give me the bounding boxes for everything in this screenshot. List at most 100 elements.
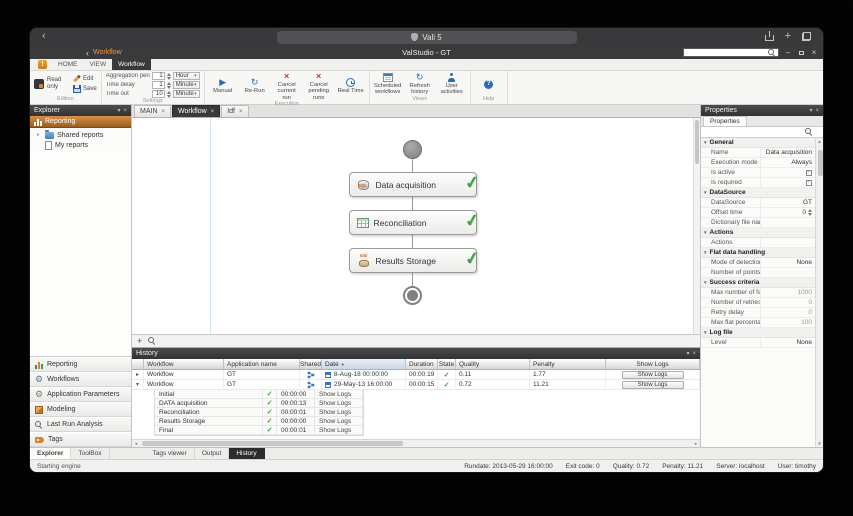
- module-application-parameters[interactable]: ⚙ Application Parameters: [30, 387, 131, 402]
- time-delay-input[interactable]: 1: [151, 81, 165, 89]
- properties-vertical-scrollbar[interactable]: ▲ ▼: [815, 138, 823, 447]
- history-row[interactable]: ▸ Workflow GT 8-Aug-18 00:00:00 00:00:19…: [132, 370, 700, 380]
- show-logs-link[interactable]: Show Logs: [315, 426, 363, 434]
- step-row[interactable]: Initial ✓ 00:00:00 Show Logs: [155, 390, 363, 399]
- close-tab-icon[interactable]: ×: [239, 109, 243, 115]
- property-value[interactable]: Data acquisition: [761, 148, 815, 157]
- checkbox[interactable]: ✓: [806, 179, 812, 186]
- spinner-icon[interactable]: [808, 209, 812, 216]
- history-horizontal-scrollbar[interactable]: ◂ ▸: [132, 439, 700, 447]
- module-modeling[interactable]: Modeling: [30, 402, 131, 417]
- show-logs-button[interactable]: Show Logs: [621, 370, 684, 379]
- scrollbar-thumb[interactable]: [142, 441, 404, 446]
- step-row[interactable]: Final ✓ 00:00:01 Show Logs: [155, 426, 363, 435]
- node-data-acquisition[interactable]: SQL Data acquisition ✓: [348, 172, 481, 197]
- step-row[interactable]: Reconciliation ✓ 00:00:01 Show Logs: [155, 408, 363, 417]
- property-row[interactable]: Max number of fails 1000: [701, 288, 815, 298]
- search-input[interactable]: [683, 48, 779, 57]
- minimize-button[interactable]: –: [784, 48, 792, 57]
- property-row[interactable]: Actions: [701, 238, 815, 248]
- add-node-button[interactable]: +: [137, 336, 142, 346]
- section-datasource[interactable]: ▾ DataSource: [701, 188, 815, 198]
- expand-icon[interactable]: ▸: [37, 132, 42, 138]
- scrollbar-thumb[interactable]: [817, 150, 823, 176]
- col-date[interactable]: Date ▼: [322, 359, 406, 369]
- canvas-vertical-scrollbar[interactable]: [693, 118, 700, 334]
- scroll-up-icon[interactable]: ▲: [817, 139, 821, 144]
- checkbox[interactable]: ✓: [806, 169, 812, 176]
- section-flat-data-handling[interactable]: ▾ Flat data handling: [701, 248, 815, 258]
- user-activities-button[interactable]: User activities: [438, 72, 466, 96]
- real-time-button[interactable]: Real Time: [337, 78, 365, 94]
- quick-access-workflow[interactable]: Workflow: [93, 49, 122, 56]
- bottom-tab-output[interactable]: Output: [195, 448, 230, 459]
- time-out-input[interactable]: 10: [151, 90, 165, 98]
- panel-close-icon[interactable]: ×: [815, 108, 819, 114]
- property-row[interactable]: Is required ✓: [701, 178, 815, 188]
- tree-item-my-reports[interactable]: My reports: [30, 140, 131, 150]
- show-logs-link[interactable]: Show Logs: [315, 408, 363, 416]
- col-shared[interactable]: Shared: [300, 359, 322, 369]
- address-bar[interactable]: Vali 5: [276, 30, 577, 44]
- back-icon[interactable]: ‹: [42, 30, 46, 43]
- panel-close-icon[interactable]: ×: [692, 351, 696, 357]
- close-tab-icon[interactable]: ×: [211, 109, 215, 115]
- start-node[interactable]: [403, 140, 422, 159]
- panel-menu-icon[interactable]: ▾: [809, 107, 812, 114]
- scroll-down-icon[interactable]: ▼: [817, 441, 821, 446]
- property-row[interactable]: DataSource GT: [701, 198, 815, 208]
- show-logs-button[interactable]: Show Logs: [621, 380, 684, 389]
- module-workflows[interactable]: ⚙ Workflows: [30, 372, 131, 387]
- scheduled-workflows-button[interactable]: Scheduled workflows: [374, 72, 402, 96]
- app-logo-icon[interactable]: !: [38, 60, 47, 69]
- bottom-tab-history[interactable]: History: [229, 448, 265, 459]
- module-tags[interactable]: Tags: [30, 432, 131, 447]
- explorer-item-reporting[interactable]: Reporting: [30, 116, 131, 128]
- history-row[interactable]: ▾ Workflow GT 29-May-13 16:00:00 00:00:1…: [132, 380, 700, 390]
- property-value[interactable]: 0: [761, 298, 815, 307]
- property-row[interactable]: Name Data acquisition: [701, 148, 815, 158]
- properties-search-input[interactable]: [701, 127, 823, 138]
- property-row[interactable]: Number of points: [701, 268, 815, 278]
- read-only-button[interactable]: Read only: [34, 77, 69, 91]
- zoom-icon[interactable]: [148, 337, 156, 345]
- property-value[interactable]: None: [761, 258, 815, 267]
- doc-tab-idf[interactable]: Idf ×: [221, 105, 249, 117]
- node-reconciliation[interactable]: Reconciliation ✓: [348, 210, 481, 235]
- tab-home[interactable]: HOME: [52, 59, 84, 70]
- tab-view[interactable]: VIEW: [84, 59, 113, 70]
- property-row[interactable]: Offset time 0: [701, 208, 815, 218]
- tab-overview-icon[interactable]: [802, 31, 811, 41]
- col-state[interactable]: State: [438, 359, 456, 369]
- add-tab-icon[interactable]: +: [785, 31, 791, 42]
- step-row[interactable]: DATA acquisition ✓ 00:00:13 Show Logs: [155, 399, 363, 408]
- property-value[interactable]: GT: [761, 198, 815, 207]
- edit-button[interactable]: Edit: [73, 74, 97, 83]
- help-button[interactable]: ?: [475, 79, 503, 89]
- bottom-tab-tags-viewer[interactable]: Tags viewer: [146, 448, 195, 459]
- panel-menu-icon[interactable]: ▾: [686, 350, 689, 357]
- end-node[interactable]: [403, 286, 422, 305]
- module-last-run-analysis[interactable]: Last Run Analysis: [30, 417, 131, 432]
- property-value[interactable]: None: [761, 338, 815, 347]
- property-row[interactable]: Level None: [701, 338, 815, 348]
- scroll-right-icon[interactable]: ▸: [692, 441, 700, 447]
- panel-close-icon[interactable]: ×: [123, 108, 127, 114]
- show-logs-link[interactable]: Show Logs: [315, 417, 363, 425]
- property-row[interactable]: Mode of detection None: [701, 258, 815, 268]
- section-log-file[interactable]: ▾ Log file: [701, 328, 815, 338]
- module-reporting[interactable]: Reporting: [30, 357, 131, 372]
- col-duration[interactable]: Duration: [406, 359, 438, 369]
- workflow-canvas[interactable]: SQL Data acquisition ✓ Reconciliation ✓: [132, 118, 700, 347]
- bottom-tab-explorer[interactable]: Explorer: [30, 448, 72, 459]
- property-row[interactable]: Dictionary file name: [701, 218, 815, 228]
- panel-menu-icon[interactable]: ▾: [117, 107, 120, 114]
- aggregation-period-input[interactable]: 1: [151, 72, 165, 80]
- col-workflow[interactable]: Workflow: [144, 359, 224, 369]
- node-results-storage[interactable]: Vali Results Storage ✓: [348, 248, 481, 273]
- nav-back-icon[interactable]: ‹: [86, 48, 89, 58]
- col-show-logs[interactable]: Show Logs: [606, 359, 700, 369]
- manual-button[interactable]: ▶ Manual: [209, 78, 237, 95]
- spinner-icon[interactable]: [166, 72, 171, 80]
- share-icon[interactable]: [764, 31, 774, 41]
